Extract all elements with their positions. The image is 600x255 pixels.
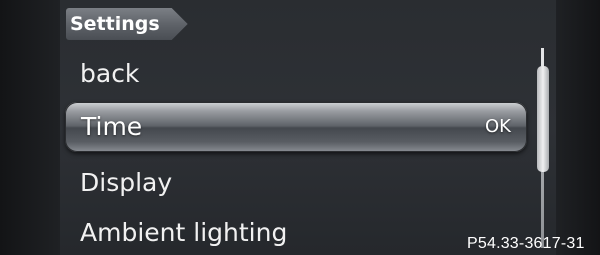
figure-reference-label: P54.33-3617-31 bbox=[467, 235, 585, 252]
page-title: Settings bbox=[66, 8, 188, 40]
scrollbar-track-top bbox=[541, 48, 544, 66]
display-screen: Settings back Time OK Display Ambient li… bbox=[0, 0, 600, 255]
menu-item-time-label: Time bbox=[81, 112, 143, 141]
menu-item-ambient-lighting[interactable]: Ambient lighting bbox=[80, 218, 287, 248]
scrollbar-thumb[interactable] bbox=[537, 66, 549, 172]
ok-status-label: OK bbox=[485, 116, 511, 137]
menu-item-display[interactable]: Display bbox=[80, 168, 172, 198]
right-bezel bbox=[556, 0, 600, 255]
menu-item-back[interactable]: back bbox=[80, 59, 139, 89]
menu-item-time[interactable]: Time OK bbox=[65, 102, 527, 152]
left-bezel bbox=[0, 0, 60, 255]
